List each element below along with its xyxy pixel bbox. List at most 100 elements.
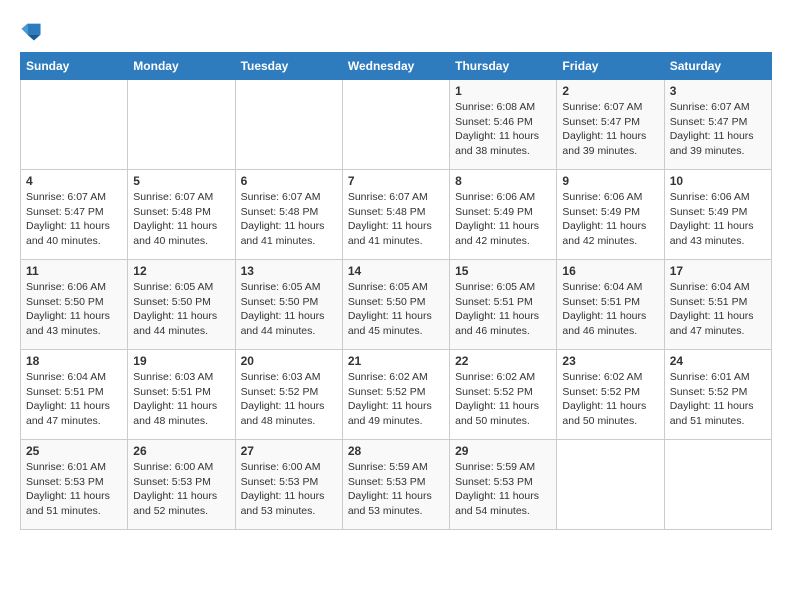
calendar-cell: 13 Sunrise: 6:05 AMSunset: 5:50 PMDayligh… <box>235 260 342 350</box>
calendar-cell: 5Sunrise: 6:07 AMSunset: 5:48 PMDaylight… <box>128 170 235 260</box>
day-number: 12 <box>133 264 229 278</box>
day-info: Sunrise: 6:07 AMSunset: 5:47 PMDaylight:… <box>26 190 122 249</box>
day-number: 7 <box>348 174 444 188</box>
calendar-cell: 21 Sunrise: 6:02 AMSunset: 5:52 PMDayligh… <box>342 350 449 440</box>
day-number: 4 <box>26 174 122 188</box>
calendar-week-4: 18 Sunrise: 6:04 AMSunset: 5:51 PMDayligh… <box>21 350 772 440</box>
day-number: 20 <box>241 354 337 368</box>
day-info: Sunrise: 6:04 AMSunset: 5:51 PMDaylight:… <box>26 370 122 429</box>
calendar-cell: 1 Sunrise: 6:08 AMSunset: 5:46 PMDaylight… <box>450 80 557 170</box>
header-tuesday: Tuesday <box>235 53 342 80</box>
day-number: 24 <box>670 354 766 368</box>
day-info: Sunrise: 6:01 AMSunset: 5:53 PMDaylight:… <box>26 460 122 519</box>
calendar-cell: 6 Sunrise: 6:07 AMSunset: 5:48 PMDaylight… <box>235 170 342 260</box>
calendar-cell: 25 Sunrise: 6:01 AMSunset: 5:53 PMDayligh… <box>21 440 128 530</box>
day-info: Sunrise: 6:06 AMSunset: 5:49 PMDaylight:… <box>455 190 551 249</box>
day-number: 11 <box>26 264 122 278</box>
day-number: 10 <box>670 174 766 188</box>
header-friday: Friday <box>557 53 664 80</box>
day-number: 23 <box>562 354 658 368</box>
day-info: Sunrise: 5:59 AMSunset: 5:53 PMDaylight:… <box>455 460 551 519</box>
day-number: 28 <box>348 444 444 458</box>
day-number: 26 <box>133 444 229 458</box>
calendar-cell: 22 Sunrise: 6:02 AMSunset: 5:52 PMDayligh… <box>450 350 557 440</box>
calendar-cell: 9 Sunrise: 6:06 AMSunset: 5:49 PMDaylight… <box>557 170 664 260</box>
day-info: Sunrise: 6:06 AMSunset: 5:49 PMDaylight:… <box>670 190 766 249</box>
day-info: Sunrise: 6:02 AMSunset: 5:52 PMDaylight:… <box>455 370 551 429</box>
day-number: 21 <box>348 354 444 368</box>
day-info: Sunrise: 6:07 AMSunset: 5:48 PMDaylight:… <box>348 190 444 249</box>
day-number: 1 <box>455 84 551 98</box>
calendar-cell: 10 Sunrise: 6:06 AMSunset: 5:49 PMDayligh… <box>664 170 771 260</box>
day-number: 8 <box>455 174 551 188</box>
day-info: Sunrise: 6:00 AMSunset: 5:53 PMDaylight:… <box>133 460 229 519</box>
day-number: 14 <box>348 264 444 278</box>
day-number: 17 <box>670 264 766 278</box>
header-monday: Monday <box>128 53 235 80</box>
calendar-cell: 24 Sunrise: 6:01 AMSunset: 5:52 PMDayligh… <box>664 350 771 440</box>
day-number: 2 <box>562 84 658 98</box>
day-number: 13 <box>241 264 337 278</box>
day-info: Sunrise: 6:04 AMSunset: 5:51 PMDaylight:… <box>670 280 766 339</box>
day-info: Sunrise: 6:08 AMSunset: 5:46 PMDaylight:… <box>455 100 551 159</box>
calendar-cell: 4 Sunrise: 6:07 AMSunset: 5:47 PMDaylight… <box>21 170 128 260</box>
calendar-cell <box>21 80 128 170</box>
calendar-cell: 17 Sunrise: 6:04 AMSunset: 5:51 PMDayligh… <box>664 260 771 350</box>
day-info: Sunrise: 6:07 AMSunset: 5:48 PMDaylight:… <box>241 190 337 249</box>
day-info: Sunrise: 6:06 AMSunset: 5:49 PMDaylight:… <box>562 190 658 249</box>
calendar-cell: 19 Sunrise: 6:03 AMSunset: 5:51 PMDayligh… <box>128 350 235 440</box>
day-info: Sunrise: 6:05 AMSunset: 5:50 PMDaylight:… <box>133 280 229 339</box>
day-number: 15 <box>455 264 551 278</box>
day-info: Sunrise: 6:07 AMSunset: 5:47 PMDaylight:… <box>670 100 766 159</box>
calendar-cell: 3 Sunrise: 6:07 AMSunset: 5:47 PMDaylight… <box>664 80 771 170</box>
calendar-week-3: 11 Sunrise: 6:06 AMSunset: 5:50 PMDayligh… <box>21 260 772 350</box>
day-info: Sunrise: 6:05 AMSunset: 5:51 PMDaylight:… <box>455 280 551 339</box>
day-number: 19 <box>133 354 229 368</box>
day-info: Sunrise: 6:05 AMSunset: 5:50 PMDaylight:… <box>348 280 444 339</box>
calendar-cell: 16 Sunrise: 6:04 AMSunset: 5:51 PMDayligh… <box>557 260 664 350</box>
day-number: 6 <box>241 174 337 188</box>
day-info: Sunrise: 6:05 AMSunset: 5:50 PMDaylight:… <box>241 280 337 339</box>
day-info: Sunrise: 6:06 AMSunset: 5:50 PMDaylight:… <box>26 280 122 339</box>
header-sunday: Sunday <box>21 53 128 80</box>
day-number: 18 <box>26 354 122 368</box>
logo-icon <box>20 20 42 42</box>
day-info: Sunrise: 6:02 AMSunset: 5:52 PMDaylight:… <box>348 370 444 429</box>
day-info: Sunrise: 6:07 AMSunset: 5:48 PMDaylight:… <box>133 190 229 249</box>
calendar-cell <box>342 80 449 170</box>
day-info: Sunrise: 6:03 AMSunset: 5:52 PMDaylight:… <box>241 370 337 429</box>
calendar-cell: 14 Sunrise: 6:05 AMSunset: 5:50 PMDayligh… <box>342 260 449 350</box>
calendar-cell <box>235 80 342 170</box>
calendar-table: SundayMondayTuesdayWednesdayThursdayFrid… <box>20 52 772 530</box>
day-info: Sunrise: 6:02 AMSunset: 5:52 PMDaylight:… <box>562 370 658 429</box>
day-number: 9 <box>562 174 658 188</box>
day-info: Sunrise: 6:03 AMSunset: 5:51 PMDaylight:… <box>133 370 229 429</box>
day-number: 22 <box>455 354 551 368</box>
day-number: 3 <box>670 84 766 98</box>
calendar-week-1: 1 Sunrise: 6:08 AMSunset: 5:46 PMDaylight… <box>21 80 772 170</box>
header-thursday: Thursday <box>450 53 557 80</box>
calendar-week-5: 25 Sunrise: 6:01 AMSunset: 5:53 PMDayligh… <box>21 440 772 530</box>
header-wednesday: Wednesday <box>342 53 449 80</box>
calendar-cell <box>128 80 235 170</box>
calendar-cell: 8 Sunrise: 6:06 AMSunset: 5:49 PMDaylight… <box>450 170 557 260</box>
day-number: 16 <box>562 264 658 278</box>
day-info: Sunrise: 6:07 AMSunset: 5:47 PMDaylight:… <box>562 100 658 159</box>
calendar-cell <box>557 440 664 530</box>
calendar-cell: 2 Sunrise: 6:07 AMSunset: 5:47 PMDaylight… <box>557 80 664 170</box>
day-info: Sunrise: 6:01 AMSunset: 5:52 PMDaylight:… <box>670 370 766 429</box>
header-saturday: Saturday <box>664 53 771 80</box>
day-number: 29 <box>455 444 551 458</box>
day-info: Sunrise: 6:04 AMSunset: 5:51 PMDaylight:… <box>562 280 658 339</box>
calendar-cell: 26 Sunrise: 6:00 AMSunset: 5:53 PMDayligh… <box>128 440 235 530</box>
calendar-cell: 27 Sunrise: 6:00 AMSunset: 5:53 PMDayligh… <box>235 440 342 530</box>
calendar-cell: 18 Sunrise: 6:04 AMSunset: 5:51 PMDayligh… <box>21 350 128 440</box>
calendar-cell <box>664 440 771 530</box>
calendar-cell: 28Sunrise: 5:59 AMSunset: 5:53 PMDayligh… <box>342 440 449 530</box>
day-info: Sunrise: 6:00 AMSunset: 5:53 PMDaylight:… <box>241 460 337 519</box>
day-number: 25 <box>26 444 122 458</box>
calendar-cell: 11 Sunrise: 6:06 AMSunset: 5:50 PMDayligh… <box>21 260 128 350</box>
calendar-cell: 29 Sunrise: 5:59 AMSunset: 5:53 PMDayligh… <box>450 440 557 530</box>
day-number: 27 <box>241 444 337 458</box>
page-header <box>20 20 772 42</box>
